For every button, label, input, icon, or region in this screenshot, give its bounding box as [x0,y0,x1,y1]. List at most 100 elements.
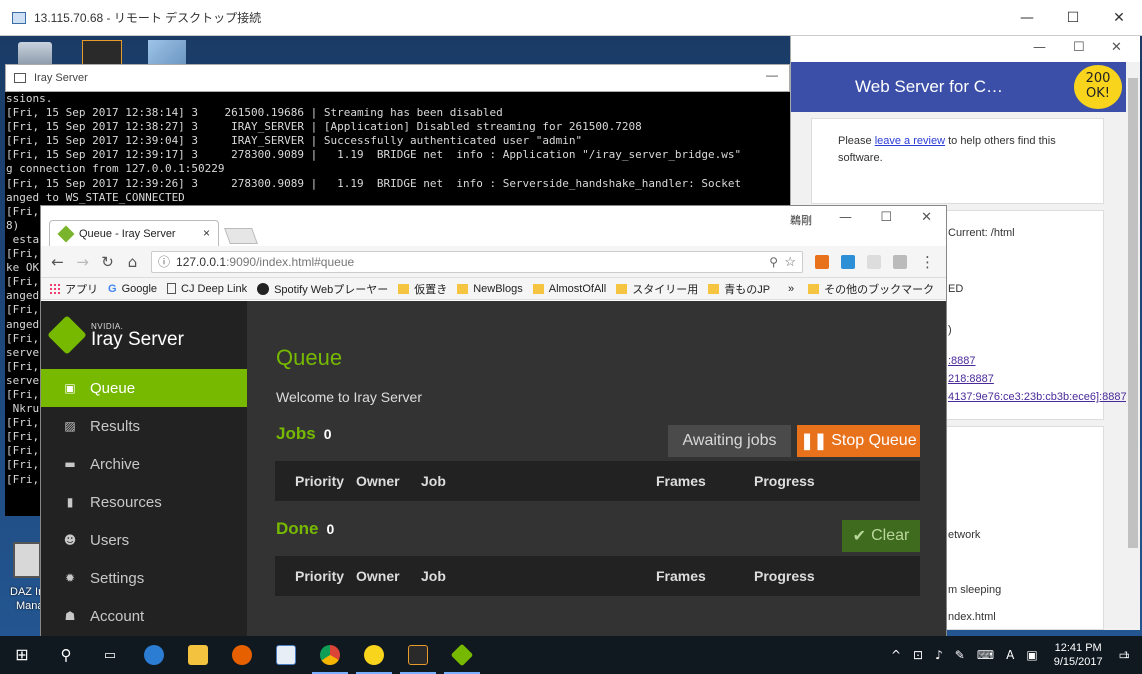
rdp-window-title: 13.115.70.68 - リモート デスクトップ接続 [34,11,262,25]
back-icon[interactable]: ← [45,253,70,271]
lan-url-link[interactable]: 218:8887 [948,373,994,385]
ws-close-button[interactable]: ✕ [1111,40,1122,55]
clear-button[interactable]: ✔ Clear [842,520,920,552]
chrome-maximize-button[interactable]: ☐ [880,210,892,225]
bookmark-spotify[interactable]: Spotify Webプレーヤー [257,281,388,297]
key-icon[interactable]: ⚲ [769,255,778,269]
bookmark-folder-almostofall[interactable]: AlmostOfAll [532,283,606,295]
folder-icon [808,283,820,294]
user-photo-icon[interactable] [148,40,186,66]
iray-taskbar-button[interactable] [440,636,484,674]
tab-queue[interactable]: Queue - Iray Server × [49,220,219,246]
sidebar-item-settings[interactable]: ✹ Settings [41,559,247,597]
volume-icon[interactable]: ♪ [935,648,943,662]
console-minimize-button[interactable]: — [766,68,778,82]
bookmark-google[interactable]: G Google [108,283,157,295]
other-bookmarks[interactable]: その他のブックマーク [808,281,934,297]
extension-y-icon[interactable] [893,254,907,269]
ws-minimize-button[interactable]: — [1033,40,1046,55]
current-path-text: Current: /html [948,227,1015,239]
ime-mode[interactable]: A [1006,648,1014,662]
ws-scrollbar[interactable] [1126,62,1140,630]
leave-review-link[interactable]: leave a review [875,135,945,147]
col-priority: Priority [295,473,345,489]
bookmarks-more-button[interactable]: » [788,283,794,295]
paren-text: ) [948,324,952,336]
localhost-url-link[interactable]: :8887 [948,355,976,367]
settings-icon: ✹ [64,571,76,585]
bookmark-star-icon[interactable]: ☆ [784,254,796,270]
pen-icon[interactable]: ✎ [955,648,965,662]
info-icon[interactable]: ⓘ [158,253,170,270]
edge-icon [144,645,164,665]
stop-queue-button[interactable]: ❚❚ Stop Queue [797,425,920,457]
recycle-bin-icon[interactable] [18,42,52,66]
daz-studio-taskbar-button[interactable] [396,636,440,674]
nvidia-logo-icon [47,315,87,355]
keyboard-icon[interactable]: ⌨ [977,648,994,662]
badge-code: 200 [1085,71,1111,86]
sidebar-item-queue[interactable]: ▣ Queue [41,369,247,407]
bookmark-cj-deep-link[interactable]: CJ Deep Link [167,283,247,295]
chrome-menu-icon[interactable]: ⋮ [915,253,940,271]
explorer-taskbar-button[interactable] [176,636,220,674]
col-frames: Frames [656,473,706,489]
sidebar-item-resources[interactable]: ▮ Resources [41,483,247,521]
sidebar-item-results[interactable]: ▨ Results [41,407,247,445]
profile-label[interactable]: 鵜剛 [790,212,812,228]
firefox-taskbar-button[interactable] [220,636,264,674]
extension-b-icon[interactable] [841,254,855,269]
chrome-close-button[interactable]: ✕ [921,210,932,225]
chrome-taskbar-button[interactable] [308,636,352,674]
ws-maximize-button[interactable]: ☐ [1073,40,1085,55]
notification-icon[interactable]: ▭ 1 [1119,648,1130,662]
close-button[interactable]: ✕ [1096,0,1142,36]
chrome-window[interactable]: Queue - Iray Server × 鵜剛 — ☐ ✕ ← → ↻ ⌂ ⓘ… [40,205,947,637]
bookmark-folder-newblogs[interactable]: NewBlogs [457,283,523,295]
awaiting-jobs-button[interactable]: Awaiting jobs [668,425,791,457]
iray-logo[interactable]: NVIDIA. Iray Server [41,301,247,369]
console-title-bar: Iray Server [5,64,790,92]
clock-date: 9/15/2017 [1053,656,1103,668]
done-count: 0 [326,521,335,537]
sidebar-item-users[interactable]: ☻ Users [41,521,247,559]
reload-icon[interactable]: ↻ [95,253,120,271]
task-view-button[interactable]: ▭ [88,636,132,674]
bookmark-apps[interactable]: アプリ [49,281,98,297]
sidebar-item-archive[interactable]: ▬ Archive [41,445,247,483]
home-icon[interactable]: ⌂ [120,253,145,271]
clock[interactable]: 12:41 PM 9/15/2017 [1054,641,1103,669]
sidebar-item-account[interactable]: ☗ Account [41,597,247,635]
daz-studio-icon[interactable] [82,40,122,66]
queue-icon: ▣ [64,381,76,395]
vs-code-taskbar-button[interactable] [264,636,308,674]
new-tab-button[interactable] [224,228,258,244]
url-path: :9090/index.html#queue [226,254,355,269]
ws-scrollbar-thumb[interactable] [1128,78,1138,548]
start-button[interactable]: ⊞ [0,636,44,674]
maximize-button[interactable]: ☐ [1050,0,1096,36]
daz-icon [408,645,428,665]
web-server-taskbar-button[interactable] [352,636,396,674]
tab-strip: Queue - Iray Server × 鵜剛 — ☐ ✕ [41,206,946,246]
chevron-up-icon[interactable]: ^ [891,648,901,662]
edge-taskbar-button[interactable] [132,636,176,674]
daz-install-manager-icon[interactable] [13,542,41,578]
bookmark-folder-styly[interactable]: スタイリー用 [616,281,698,297]
forward-icon[interactable]: → [70,253,95,271]
minimize-button[interactable]: — [1004,0,1050,36]
ipv6-url-link[interactable]: 4137:9e76:ce3:23b:cb3b:ece6]:8887 [948,391,1127,403]
address-bar[interactable]: ⓘ 127.0.0.1:9090/index.html#queue ⚲ ☆ [151,250,803,273]
chrome-minimize-button[interactable]: — [839,210,852,225]
col-owner: Owner [356,568,400,584]
bookmark-folder-karioki[interactable]: 仮置き [398,281,447,297]
search-button[interactable]: ⚲ [44,636,88,674]
extension-mail-icon[interactable] [867,254,881,269]
col-job: Job [421,473,446,489]
network-icon[interactable]: ⊡ [913,648,923,662]
ime-icon[interactable]: ▣ [1026,648,1037,662]
extension-chart-icon[interactable] [815,254,829,269]
tab-close-icon[interactable]: × [203,226,210,240]
bookmark-folder-aomono[interactable]: 青ものJP [708,281,770,297]
done-table-header: Priority Owner Job Frames Progress [275,556,920,596]
